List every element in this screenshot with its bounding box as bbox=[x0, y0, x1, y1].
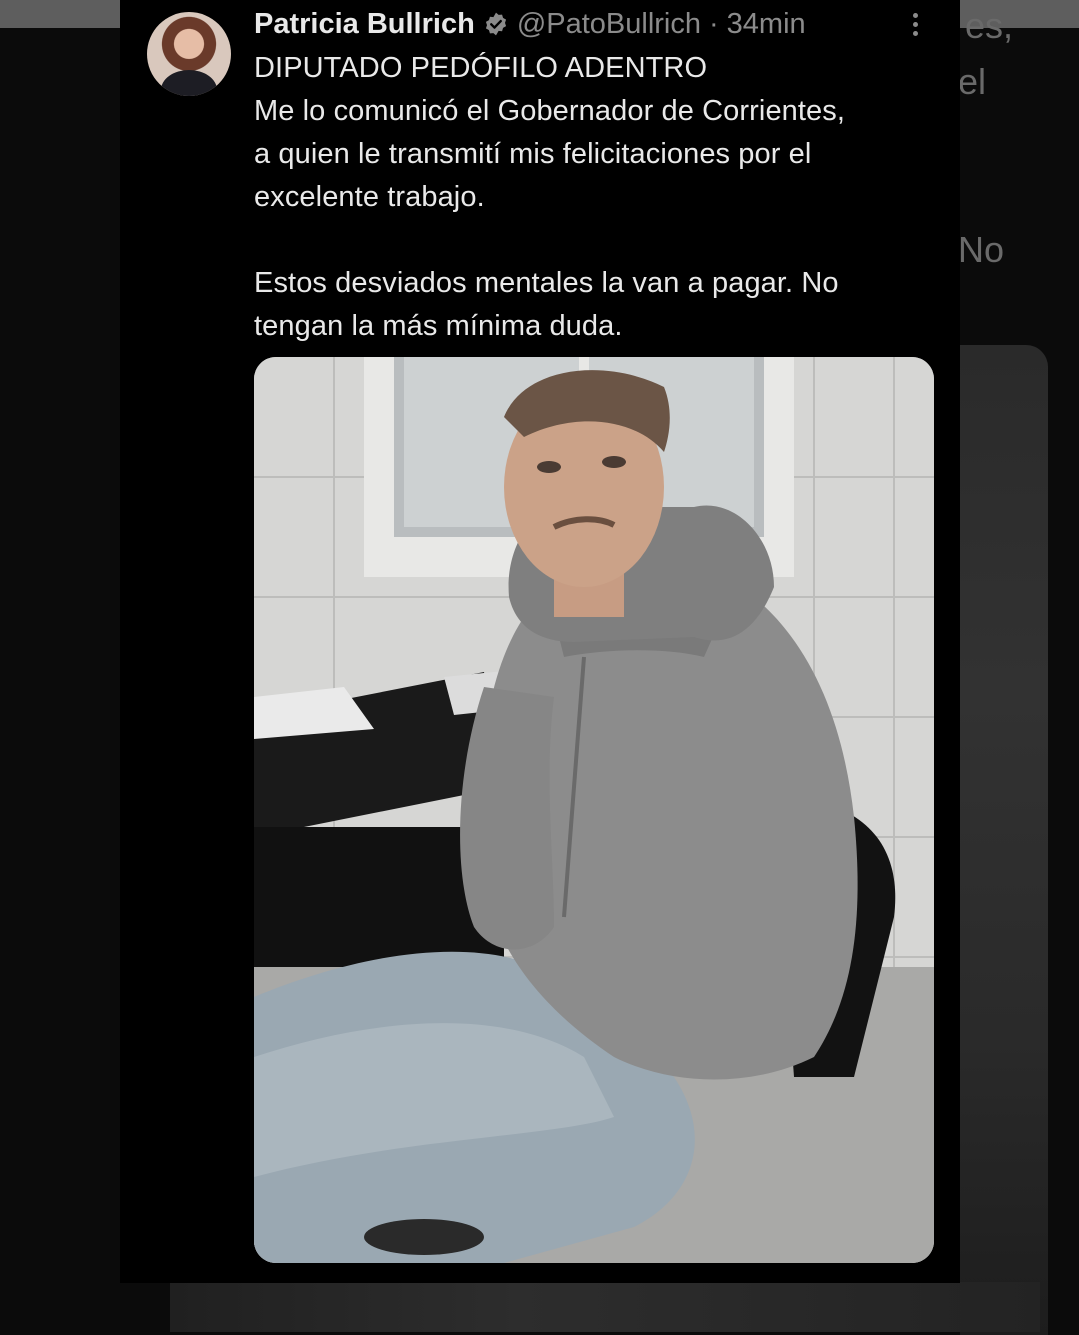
avatar-body bbox=[161, 70, 217, 96]
author-handle[interactable]: @PatoBullrich bbox=[517, 8, 701, 41]
avatar[interactable] bbox=[147, 12, 231, 96]
author-name[interactable]: Patricia Bullrich bbox=[254, 8, 475, 41]
tweet-text: DIPUTADO PEDÓFILO ADENTRO Me lo comunicó… bbox=[254, 47, 934, 348]
tweet-line: tengan la más mínima duda. bbox=[254, 310, 623, 342]
tweet-card[interactable]: Patricia Bullrich @PatoBullrich · 34min … bbox=[120, 0, 960, 1283]
background-image-fragment bbox=[960, 345, 1048, 1335]
verified-badge-icon bbox=[485, 12, 506, 36]
photo-illustration bbox=[254, 357, 934, 1263]
tweet-photo[interactable] bbox=[254, 357, 934, 1263]
tweet-timestamp[interactable]: 34min bbox=[727, 8, 806, 41]
header-separator: · bbox=[709, 7, 719, 40]
tweet-line: Me lo comunicó el Gobernador de Corrient… bbox=[254, 95, 846, 127]
tweet-line-headline: DIPUTADO PEDÓFILO ADENTRO bbox=[254, 52, 708, 84]
background-text-fragment: el bbox=[958, 61, 987, 102]
background-text-fragment: No bbox=[958, 229, 1005, 270]
more-options-icon[interactable] bbox=[908, 10, 922, 42]
background-text-fragment: es, bbox=[965, 5, 1014, 46]
tweet-line: a quien le transmití mis felicitaciones … bbox=[254, 138, 812, 170]
tweet-line: excelente trabajo. bbox=[254, 181, 485, 213]
background-bottom-strip bbox=[170, 1282, 1040, 1332]
tweet-header: Patricia Bullrich @PatoBullrich · 34min bbox=[254, 4, 806, 44]
tweet-line: Estos desviados mentales la van a pagar.… bbox=[254, 267, 839, 299]
